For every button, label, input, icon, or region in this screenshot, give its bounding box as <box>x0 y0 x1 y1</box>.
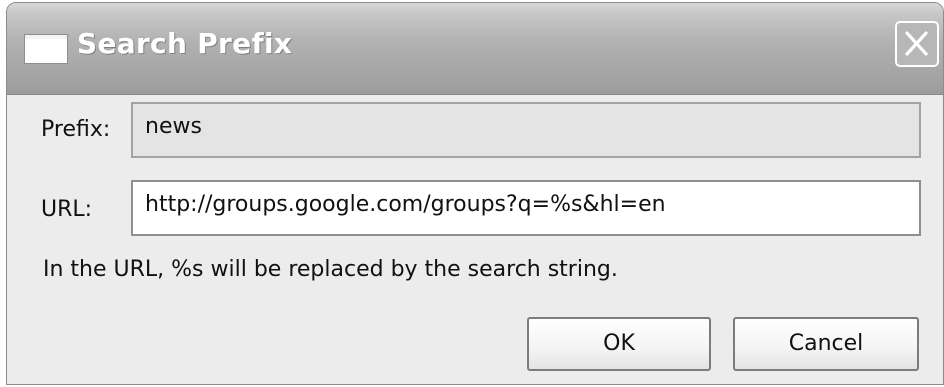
dialog-content: Prefix: news URL: http://groups.google.c… <box>7 95 943 384</box>
search-prefix-dialog: Search Prefix Prefix: news URL: http://g… <box>6 2 944 385</box>
cancel-button[interactable]: Cancel <box>733 317 919 371</box>
title-bar[interactable]: Search Prefix <box>7 3 943 95</box>
close-icon <box>905 31 928 56</box>
window-icon <box>25 35 67 63</box>
url-hint-text: In the URL, %s will be replaced by the s… <box>43 257 618 282</box>
dialog-title: Search Prefix <box>77 27 293 60</box>
close-button[interactable] <box>895 21 939 67</box>
url-label: URL: <box>41 197 93 222</box>
prefix-label: Prefix: <box>41 117 111 142</box>
url-input[interactable]: http://groups.google.com/groups?q=%s&hl=… <box>131 180 921 236</box>
ok-button[interactable]: OK <box>527 317 711 371</box>
prefix-field: news <box>131 102 921 158</box>
